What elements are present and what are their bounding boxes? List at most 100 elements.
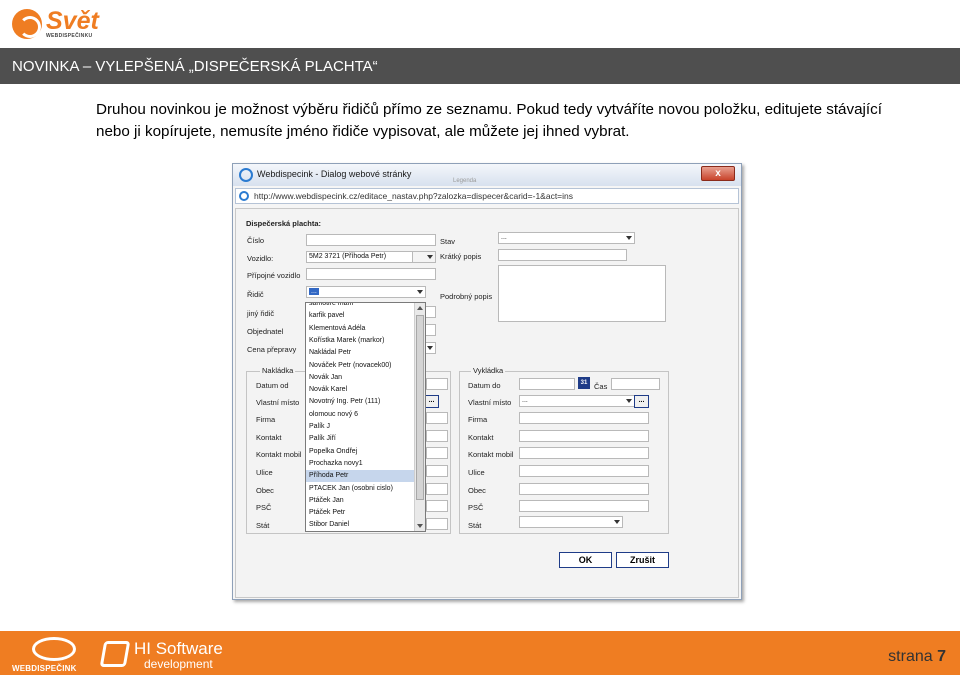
nakladka-ulice-input[interactable] [426, 465, 448, 477]
top-bar: Svět WEBDISPEČINKU [0, 0, 960, 48]
ok-button[interactable]: OK [559, 552, 612, 568]
close-button[interactable]: x [701, 166, 735, 181]
hi-software-text: HI Software [134, 639, 223, 658]
intro-paragraph: Druhou novinkou je možnost výběru řidičů… [96, 101, 882, 140]
label-cislo: Číslo [247, 236, 265, 245]
logo-mark-icon [12, 9, 42, 39]
nakladka-kontakt-input[interactable] [426, 430, 448, 442]
vykladka-label: Stát [468, 521, 482, 530]
driver-option[interactable]: olomouc nový 6 [306, 409, 416, 421]
vykladka-stat-select[interactable] [519, 516, 623, 528]
label-jiny-ridic: jiný řidič [247, 309, 275, 318]
webdispecink-text: WEBDISPEČINK [12, 664, 77, 673]
driver-option[interactable]: Příhoda Petr [306, 470, 416, 483]
label-vozidlo: Vozidlo: [247, 254, 274, 263]
webdispecink-logo: WEBDISPEČINK [12, 637, 82, 673]
kratky-popis-input[interactable] [498, 249, 627, 261]
nakladka-mobil-input[interactable] [426, 447, 448, 459]
vykladka-kontakt-input[interactable] [519, 430, 649, 442]
driver-option[interactable]: Novák Karel [306, 384, 416, 396]
slide: Svět WEBDISPEČINKU NOVINKA – VYLEPŠENÁ „… [0, 0, 960, 675]
nakladka-misto-picker-button[interactable]: ... [424, 395, 439, 408]
chevron-down-icon [626, 399, 632, 403]
nakladka-psc-input[interactable] [426, 500, 448, 512]
vykladka-label: Kontakt [468, 433, 494, 442]
label-podrobny-popis: Podrobný popis [440, 292, 493, 301]
logo-sub: WEBDISPEČINKU [46, 33, 93, 39]
ridic-select[interactable]: ... [306, 286, 426, 298]
driver-dropdown-list[interactable]: samotiré mam karfik pavel Klementová Adéla… [305, 302, 426, 532]
page-number: strana 7 [888, 648, 946, 665]
scrollbar-thumb[interactable] [416, 315, 424, 500]
vykladka-obec-input[interactable] [519, 483, 649, 495]
dialog-title: Webdispecink - Dialog webové stránky [257, 169, 412, 179]
vykladka-label: Obec [468, 486, 486, 495]
cas-input[interactable] [611, 378, 660, 390]
label-cena: Cena přepravy [247, 345, 297, 354]
driver-option[interactable]: Novotný Ing. Petr (111) [306, 396, 416, 408]
nakladka-label: Datum od [256, 381, 289, 390]
scroll-up-icon[interactable] [417, 306, 423, 310]
nakladka-stat-input[interactable] [426, 518, 448, 530]
driver-option[interactable]: Palík Jiří [306, 433, 416, 445]
address-bar[interactable]: http://www.webdispecink.cz/editace_nasta… [235, 188, 739, 204]
webdispecink-mark-icon [32, 637, 76, 661]
vykladka-psc-input[interactable] [519, 500, 649, 512]
nakladka-datum-input[interactable] [426, 378, 448, 390]
logo-word: Svět [46, 7, 99, 35]
cancel-button[interactable]: Zrušit [616, 552, 669, 568]
nakladka-firma-input[interactable] [426, 412, 448, 424]
vozidlo-dropdown-button[interactable] [412, 251, 436, 263]
driver-list-scrollbar[interactable] [414, 303, 425, 531]
nakladka-label: PSČ [256, 503, 272, 512]
chevron-down-icon [626, 236, 632, 240]
form-title: Dispečerská plachta: [246, 219, 322, 228]
driver-option[interactable]: Popelka Ondřej [306, 446, 416, 458]
driver-option[interactable]: Kořístka Marek (markor) [306, 335, 416, 347]
driver-option[interactable]: Klementová Adéla [306, 323, 416, 335]
vykladka-misto-picker-button[interactable]: ... [634, 395, 649, 408]
scroll-down-icon[interactable] [417, 524, 423, 528]
background-legend-text: Legenda [453, 178, 477, 184]
stav-select[interactable]: ... [498, 232, 635, 244]
nakladka-label: Kontakt mobil [256, 450, 302, 459]
calendar-icon[interactable]: 31 [578, 377, 590, 389]
hi-software-logo: HI Software development [99, 639, 242, 671]
driver-option[interactable]: karfik pavel [306, 310, 416, 322]
nakladka-obec-input[interactable] [426, 483, 448, 495]
chevron-down-icon [427, 255, 433, 259]
label-pripojne: Přípojné vozidlo [247, 271, 301, 280]
driver-option[interactable]: Ptáček Petr [306, 507, 416, 519]
vykladka-mobil-input[interactable] [519, 447, 649, 459]
driver-option[interactable]: samotiré mam [306, 303, 416, 310]
vykladka-datum-input[interactable] [519, 378, 575, 390]
driver-option[interactable]: Stibor Daniel [306, 519, 416, 531]
chevron-down-icon [417, 290, 423, 294]
podrobny-popis-textarea[interactable] [498, 265, 666, 322]
vykladka-misto-select[interactable]: ... [519, 395, 635, 407]
nakladka-label: Kontakt [256, 433, 282, 442]
footer-bar: WEBDISPEČINK HI Software development str… [0, 631, 960, 675]
driver-option[interactable]: Ptáček Jan [306, 495, 416, 507]
cislo-input[interactable] [306, 234, 436, 246]
driver-option[interactable]: Novák Jan [306, 372, 416, 384]
nakladka-label: Obec [256, 486, 274, 495]
page-icon [239, 191, 249, 201]
driver-option[interactable]: PTACEK Jan (osobni cislo) [306, 483, 416, 495]
label-ridic: Řidič [247, 290, 264, 299]
nakladka-label: Vlastní místo [256, 398, 300, 407]
driver-option[interactable]: Nováček Petr (novacek00) [306, 360, 416, 372]
svet-webdispecinku-logo: Svět WEBDISPEČINKU [12, 6, 99, 42]
vykladka-label: Firma [468, 415, 488, 424]
label-cas: Čas [594, 382, 608, 391]
vozidlo-select[interactable]: 5M2 3721 (Příhoda Petr) [306, 251, 426, 263]
label-stav: Stav [440, 237, 456, 246]
nakladka-title: Nakládka [260, 366, 296, 375]
driver-option[interactable]: Palík J [306, 421, 416, 433]
driver-option[interactable]: Prochazka novy1 [306, 458, 416, 470]
vykladka-ulice-input[interactable] [519, 465, 649, 477]
pripojne-input[interactable] [306, 268, 436, 280]
vykladka-firma-input[interactable] [519, 412, 649, 424]
driver-option[interactable]: Nakládal Petr [306, 347, 416, 359]
title-bar: NOVINKA – VYLEPŠENÁ „DISPEČERSKÁ PLACHTA… [0, 48, 960, 84]
